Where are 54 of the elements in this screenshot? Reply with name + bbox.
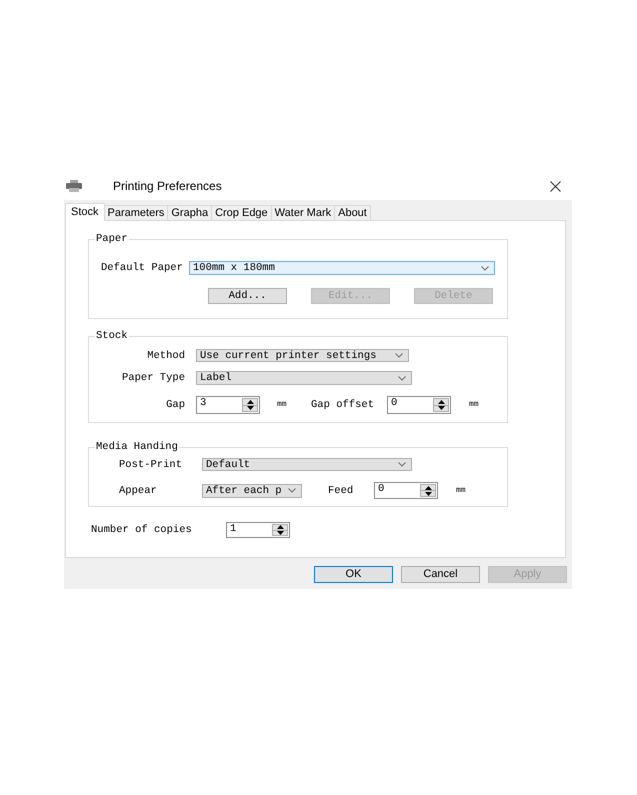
post-print-dropdown[interactable]: Default (202, 458, 412, 471)
up-arrow-icon (424, 486, 432, 490)
chevron-down-icon (398, 376, 406, 380)
feed-label: Feed (328, 484, 354, 496)
gap-label: Gap (165, 399, 185, 411)
paper-group-title: Paper (95, 233, 129, 245)
appear-label: Appear (119, 484, 158, 496)
down-arrow-icon (276, 530, 284, 535)
feed-spinbox[interactable]: 0 (374, 482, 438, 499)
appear-dropdown[interactable]: After each p (202, 484, 302, 498)
chevron-down-icon (395, 353, 403, 358)
ok-button[interactable]: OK (314, 566, 393, 583)
window-title: Printing Preferences (113, 179, 222, 193)
spin-down-button[interactable] (420, 491, 436, 497)
down-arrow-icon (246, 406, 254, 410)
down-arrow-icon (424, 492, 432, 496)
spin-up-button[interactable] (433, 398, 449, 406)
gap-offset-label: Gap offset (311, 399, 374, 411)
copies-spinbox[interactable]: 1 (226, 522, 290, 538)
spin-up-button[interactable] (242, 398, 258, 406)
chevron-down-icon (398, 462, 406, 467)
stock-group-title: Stock (95, 330, 129, 342)
close-icon (550, 180, 561, 192)
media-handling-group-title: Media Handing (95, 441, 179, 453)
method-dropdown[interactable]: Use current printer settings (196, 349, 409, 362)
spin-up-button[interactable] (272, 524, 288, 530)
default-paper-label: Default Paper (101, 262, 184, 274)
add-button[interactable]: Add... (208, 288, 287, 304)
spin-up-button[interactable] (420, 484, 436, 491)
paper-type-dropdown[interactable]: Label (196, 371, 412, 385)
spin-down-button[interactable] (272, 530, 288, 536)
unit-label: mm (456, 486, 466, 496)
tab[interactable]: Crop Edge (211, 205, 272, 220)
tab[interactable]: Grapha (167, 205, 212, 220)
default-paper-dropdown[interactable]: 100mm x 180mm (189, 261, 495, 275)
down-arrow-icon (438, 406, 444, 410)
tab[interactable]: Stock (65, 203, 105, 221)
post-print-label: Post-Print (119, 458, 184, 470)
paper-type-label: Paper Type (120, 372, 185, 384)
up-arrow-icon (438, 400, 444, 404)
cancel-button[interactable]: Cancel (401, 566, 480, 583)
gap-spinbox[interactable]: 3 (196, 396, 260, 414)
up-arrow-icon (246, 400, 254, 404)
close-button[interactable] (549, 180, 562, 192)
tab[interactable]: About (334, 205, 371, 220)
gap-offset-spinbox[interactable]: 0 (387, 396, 451, 414)
chevron-down-icon (481, 266, 489, 270)
up-arrow-icon (276, 525, 284, 530)
printer-icon (66, 180, 82, 192)
copies-label: Number of copies (91, 524, 193, 536)
unit-label: mm (277, 400, 288, 410)
chevron-down-icon (288, 488, 296, 493)
method-label: Method (146, 350, 185, 362)
unit-label: mm (469, 400, 479, 410)
